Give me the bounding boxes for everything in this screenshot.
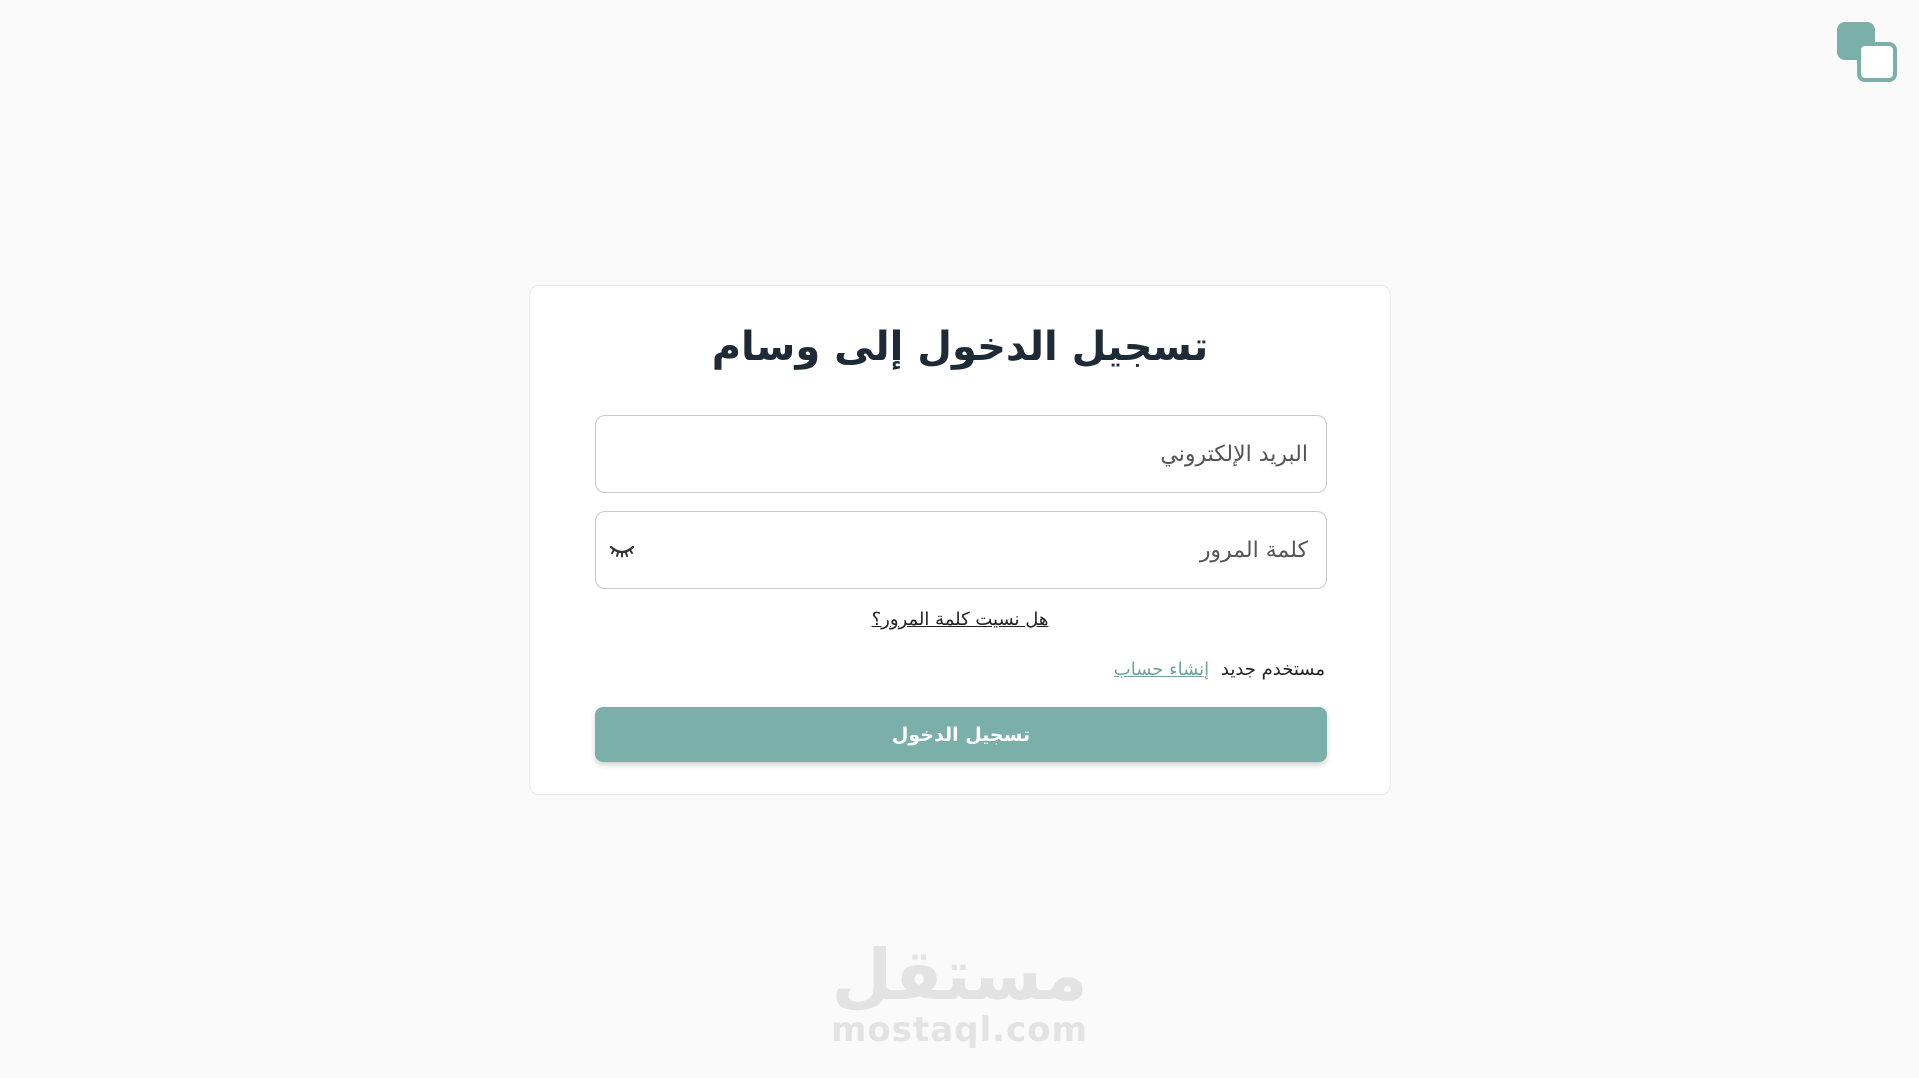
- watermark-arabic: مستقل: [831, 934, 1088, 1016]
- password-input[interactable]: [596, 512, 1326, 588]
- logo-front-square: [1857, 42, 1897, 82]
- create-account-link[interactable]: إنشاء حساب: [1114, 659, 1209, 680]
- login-button[interactable]: تسجيل الدخول: [595, 707, 1327, 762]
- eye-closed-icon[interactable]: [608, 538, 636, 562]
- email-input[interactable]: [596, 416, 1326, 492]
- page-title: تسجيل الدخول إلى وسام: [711, 324, 1209, 370]
- forgot-password-link[interactable]: هل نسيت كلمة المرور؟: [530, 609, 1390, 630]
- logo-icon[interactable]: [1837, 22, 1897, 82]
- watermark: مستقل mostaql.com: [0, 940, 1919, 1050]
- watermark-latin: mostaql.com: [830, 1010, 1089, 1050]
- signup-row: مستخدم جديد إنشاء حساب: [1114, 659, 1325, 680]
- password-field[interactable]: [595, 511, 1327, 589]
- login-page: تسجيل الدخول إلى وسام هل نسيت كلمة المرو…: [0, 0, 1919, 1078]
- email-field[interactable]: [595, 415, 1327, 493]
- new-user-text: مستخدم جديد: [1220, 659, 1325, 680]
- login-card: تسجيل الدخول إلى وسام هل نسيت كلمة المرو…: [529, 285, 1391, 795]
